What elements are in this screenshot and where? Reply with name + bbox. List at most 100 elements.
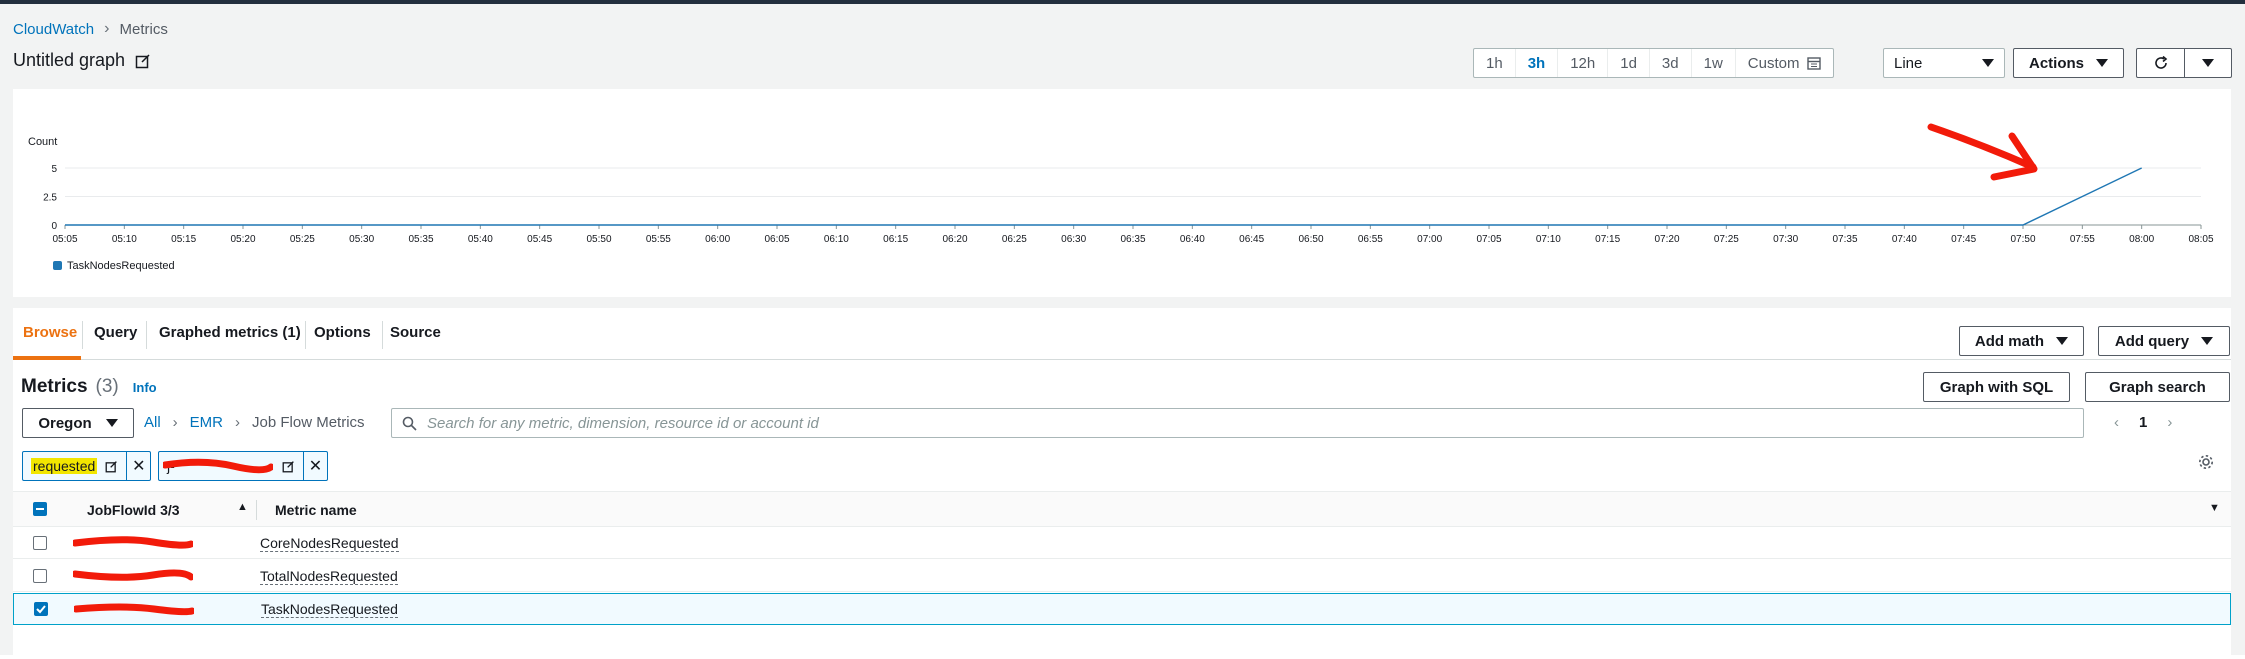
time-range-selector: 1h 3h 12h 1d 3d 1w Custom (1473, 48, 1834, 78)
region-value: Oregon (38, 415, 91, 432)
active-tab-indicator (13, 356, 81, 360)
filter-chip-label: j- (159, 452, 303, 480)
table-row[interactable]: TotalNodesRequested (13, 560, 2231, 592)
close-icon[interactable]: ✕ (126, 452, 150, 480)
metrics-count: (3) (96, 376, 119, 398)
metric-search-input[interactable]: Search for any metric, dimension, resour… (391, 408, 2084, 438)
table-row[interactable]: CoreNodesRequested (13, 527, 2231, 559)
x-tick-label: 07:50 (2010, 234, 2035, 245)
tab-bar: Browse Query Graphed metrics (1) Options… (13, 308, 2231, 360)
add-math-button[interactable]: Add math (1959, 326, 2084, 356)
sort-ascending-icon[interactable]: ▲ (237, 501, 248, 513)
time-custom-label: Custom (1748, 55, 1800, 72)
x-tick-label: 07:05 (1476, 234, 1501, 245)
graph-with-sql-button[interactable]: Graph with SQL (1923, 372, 2070, 402)
x-tick-label: 07:55 (2070, 234, 2095, 245)
metrics-heading: Metrics (3) Info (21, 376, 157, 398)
breadcrumb-metrics: Metrics (119, 21, 167, 38)
redaction-scribble (163, 457, 273, 477)
x-tick-label: 06:25 (1002, 234, 1027, 245)
previous-page-icon[interactable]: ‹ (2114, 414, 2119, 431)
x-tick-label: 05:15 (171, 234, 196, 245)
row-checkbox[interactable] (34, 602, 48, 616)
edit-icon[interactable] (105, 460, 118, 473)
row-checkbox[interactable] (33, 536, 47, 550)
x-tick-label: 06:35 (1120, 234, 1145, 245)
time-custom[interactable]: Custom (1736, 49, 1834, 77)
filter-chip-jobflow: j- ✕ (158, 451, 328, 481)
caret-down-icon (1982, 59, 1994, 67)
y-axis-label: Count (28, 136, 57, 148)
time-1d[interactable]: 1d (1608, 49, 1650, 77)
tab-divider (82, 321, 83, 349)
metric-name[interactable]: TotalNodesRequested (260, 568, 398, 585)
tab-query[interactable]: Query (94, 324, 137, 341)
x-tick-label: 06:15 (883, 234, 908, 245)
metric-name[interactable]: CoreNodesRequested (260, 535, 399, 552)
caret-down-icon (106, 419, 118, 427)
graph-panel: Count52.5005:0505:1005:1505:2005:2505:30… (13, 89, 2231, 297)
time-3h[interactable]: 3h (1516, 49, 1559, 77)
legend-label: TaskNodesRequested (67, 260, 175, 272)
graph-search-button[interactable]: Graph search (2085, 372, 2230, 402)
refresh-button[interactable] (2137, 49, 2185, 77)
breadcrumb: CloudWatch › Metrics (13, 20, 168, 38)
region-select[interactable]: Oregon (22, 408, 134, 438)
x-tick-label: 06:40 (1180, 234, 1205, 245)
x-tick-label: 06:10 (824, 234, 849, 245)
redaction-scribble (73, 568, 193, 584)
chevron-down-icon[interactable]: ▼ (2209, 502, 2220, 514)
time-1w[interactable]: 1w (1692, 49, 1736, 77)
time-1h[interactable]: 1h (1474, 49, 1516, 77)
x-tick-label: 07:15 (1595, 234, 1620, 245)
tab-source[interactable]: Source (390, 324, 441, 341)
y-tick-label: 0 (51, 221, 57, 232)
time-12h[interactable]: 12h (1558, 49, 1608, 77)
edit-icon[interactable] (282, 460, 295, 473)
search-placeholder: Search for any metric, dimension, resour… (427, 415, 819, 432)
tab-options[interactable]: Options (314, 324, 371, 341)
x-tick-label: 05:40 (468, 234, 493, 245)
actions-label: Actions (2029, 55, 2084, 72)
x-tick-label: 05:25 (290, 234, 315, 245)
breadcrumb-cloudwatch[interactable]: CloudWatch (13, 21, 94, 38)
filter-chip-requested: requested ✕ (22, 451, 151, 481)
page-number[interactable]: 1 (2139, 414, 2147, 431)
x-tick-label: 05:45 (527, 234, 552, 245)
x-tick-label: 06:20 (942, 234, 967, 245)
row-checkbox[interactable] (33, 569, 47, 583)
metrics-browser-panel: Browse Query Graphed metrics (1) Options… (13, 308, 2231, 659)
select-all-checkbox[interactable] (33, 502, 47, 516)
x-tick-label: 05:55 (646, 234, 671, 245)
path-all-link[interactable]: All (144, 414, 161, 431)
x-tick-label: 06:45 (1239, 234, 1264, 245)
edit-icon[interactable] (135, 53, 151, 69)
metrics-title: Metrics (21, 376, 88, 398)
x-tick-label: 08:00 (2129, 234, 2154, 245)
add-math-label: Add math (1975, 333, 2044, 350)
tab-browse[interactable]: Browse (23, 324, 77, 341)
caret-down-icon (2201, 337, 2213, 345)
calendar-icon (1807, 56, 1821, 70)
x-tick-label: 05:20 (230, 234, 255, 245)
close-icon[interactable]: ✕ (303, 452, 327, 480)
settings-icon[interactable] (2198, 454, 2214, 470)
chevron-right-icon: › (235, 414, 240, 431)
column-jobflowid[interactable]: JobFlowId 3/3 (87, 502, 180, 518)
graph-type-select[interactable]: Line (1883, 48, 2005, 78)
add-query-button[interactable]: Add query (2098, 326, 2230, 356)
metric-name[interactable]: TaskNodesRequested (261, 601, 398, 618)
column-metric-name[interactable]: Metric name (275, 502, 357, 518)
tab-graphed-metrics[interactable]: Graphed metrics (1) (159, 324, 301, 341)
time-3d[interactable]: 3d (1650, 49, 1692, 77)
minus-icon (36, 508, 44, 510)
next-page-icon[interactable]: › (2167, 414, 2172, 431)
info-link[interactable]: Info (133, 380, 157, 395)
x-tick-label: 07:40 (1892, 234, 1917, 245)
caret-down-icon (2096, 59, 2108, 67)
table-row[interactable]: TaskNodesRequested (13, 593, 2231, 625)
path-emr-link[interactable]: EMR (190, 414, 223, 431)
refresh-interval-dropdown[interactable] (2185, 49, 2231, 77)
refresh-icon (2153, 55, 2169, 71)
actions-button[interactable]: Actions (2013, 48, 2124, 78)
